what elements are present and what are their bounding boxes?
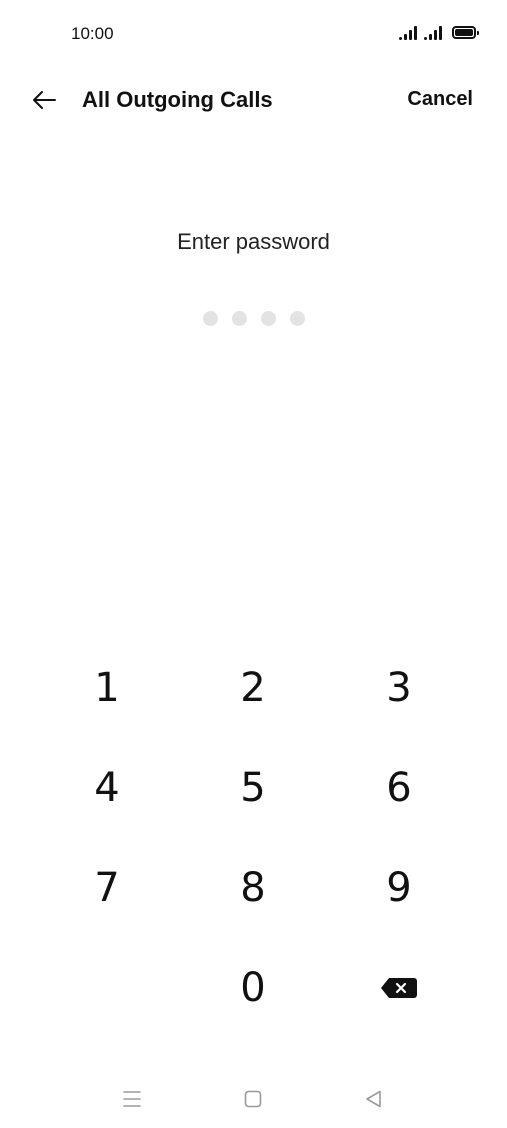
cancel-button[interactable]: Cancel xyxy=(407,88,473,111)
key-3[interactable]: 3 xyxy=(326,638,472,738)
backspace-icon xyxy=(381,978,417,998)
status-time: 10:00 xyxy=(71,24,114,43)
back-button[interactable] xyxy=(22,80,66,120)
status-icons xyxy=(399,25,479,40)
key-2[interactable]: 2 xyxy=(180,638,326,738)
key-5[interactable]: 5 xyxy=(180,738,326,838)
keypad-empty xyxy=(34,938,180,1038)
key-7[interactable]: 7 xyxy=(34,838,180,938)
key-4[interactable]: 4 xyxy=(34,738,180,838)
page-title: All Outgoing Calls xyxy=(82,87,273,112)
status-bar: 10:00 xyxy=(0,0,507,66)
home-icon xyxy=(244,1090,262,1108)
menu-icon xyxy=(123,1091,141,1107)
key-8[interactable]: 8 xyxy=(180,838,326,938)
pin-dot xyxy=(260,311,276,326)
arrow-left-icon xyxy=(33,91,56,109)
home-button[interactable] xyxy=(233,1084,273,1114)
pin-dot xyxy=(231,311,247,326)
pin-indicator xyxy=(0,311,507,326)
key-0[interactable]: 0 xyxy=(180,938,326,1038)
keypad: 123 456 7890 xyxy=(34,638,474,1038)
key-1[interactable]: 1 xyxy=(34,638,180,738)
signal-icon xyxy=(399,25,417,40)
pin-dot xyxy=(289,311,305,326)
back-icon xyxy=(366,1090,381,1108)
signal-icon xyxy=(424,25,442,40)
top-bar: All Outgoing Calls Cancel xyxy=(0,66,507,134)
menu-button[interactable] xyxy=(112,1084,152,1114)
key-9[interactable]: 9 xyxy=(326,838,472,938)
backspace-button[interactable] xyxy=(326,938,472,1038)
battery-icon xyxy=(452,26,479,39)
password-prompt: Enter password xyxy=(177,229,330,254)
key-6[interactable]: 6 xyxy=(326,738,472,838)
system-back-button[interactable] xyxy=(354,1084,394,1114)
nav-bar xyxy=(0,1070,507,1128)
pin-dot xyxy=(202,311,218,326)
